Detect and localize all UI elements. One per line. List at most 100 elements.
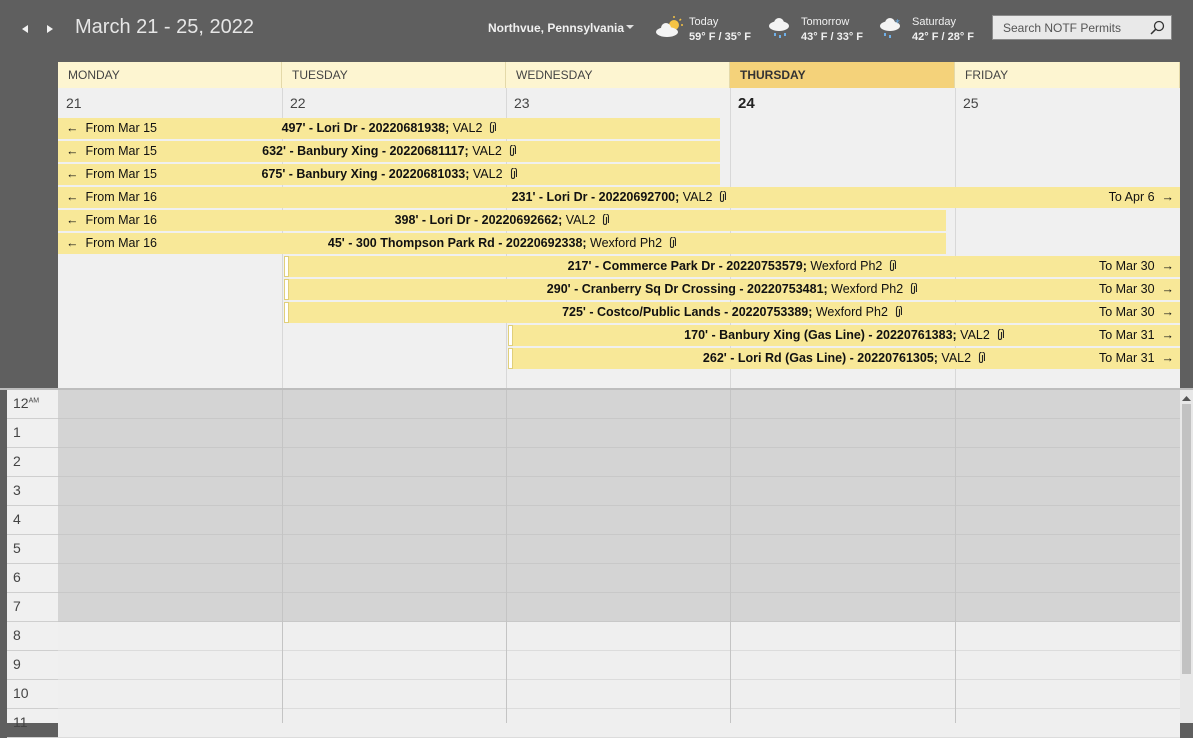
hour-slot[interactable] [58,506,1180,535]
event-to-text: To Mar 30 [1098,259,1155,273]
location-selector[interactable]: Northvue, Pennsylvania [488,21,624,35]
event-title-bold: 290' - Cranberry Sq Dr Crossing - 202207… [546,282,828,296]
event-end-label: To Apr 6 → [1108,190,1174,204]
hour-slot[interactable] [58,419,1180,448]
event-title: 632' - Banbury Xing - 20220681117; VAL2 [58,144,720,158]
event-permit-45[interactable]: ← From Mar 16 45' - 300 Thompson Park Rd… [58,233,946,254]
hour-slot[interactable] [58,709,1180,738]
chevron-down-icon[interactable] [626,25,634,31]
attachment-icon [720,191,727,202]
hour-slot[interactable] [58,390,1180,419]
event-end-label: To Mar 31 → [1098,351,1174,365]
time-grid [58,390,1180,738]
search-input[interactable] [993,16,1153,39]
hour-slot[interactable] [58,593,1180,622]
event-title: 497' - Lori Dr - 20220681938; VAL2 [58,121,720,135]
hour-label: 10 [7,680,58,709]
hour-label: 1 [7,419,58,448]
snow-cloud-icon: * [880,18,900,38]
event-permit-290[interactable]: 290' - Cranberry Sq Dr Crossing - 202207… [284,279,1180,300]
attachment-icon [979,352,986,363]
hour-slot[interactable] [58,564,1180,593]
hour-slot[interactable] [58,535,1180,564]
event-title: 725' - Costco/Public Lands - 20220753389… [284,305,1180,319]
weather-today[interactable]: Today 59° F / 35° F [655,14,755,48]
event-end-label: To Mar 31 → [1098,328,1174,342]
weather-tomorrow[interactable]: Tomorrow 43° F / 33° F [767,14,867,48]
event-title: 675' - Banbury Xing - 20220681033; VAL2 [58,167,720,181]
attachment-icon [890,260,897,271]
attachment-icon [997,329,1004,340]
search-icon[interactable] [1149,20,1165,36]
weather-label: Today [689,16,719,28]
event-title-bold: 632' - Banbury Xing - 20220681117; [262,144,469,158]
attachment-icon [895,306,902,317]
event-permit-497[interactable]: ← From Mar 15 497' - Lori Dr - 202206819… [58,118,720,139]
event-permit-632[interactable]: ← From Mar 15 632' - Banbury Xing - 2022… [58,141,720,162]
day-header-thursday[interactable]: THURSDAY [730,62,955,88]
event-title: 290' - Cranberry Sq Dr Crossing - 202207… [284,282,1180,296]
weather-saturday[interactable]: * Saturday 42° F / 28° F [878,14,978,48]
event-title: 170' - Banbury Xing (Gas Line) - 2022076… [508,328,1180,342]
column-divider [730,390,731,723]
event-title: 231' - Lori Dr - 20220692700; VAL2 [58,190,1180,204]
chevron-right-icon [47,25,53,33]
hour-slot[interactable] [58,651,1180,680]
partly-sunny-icon [656,16,683,37]
chevron-left-icon [22,25,28,33]
hour-label: 8 [7,622,58,651]
day-header-monday[interactable]: MONDAY [58,62,282,88]
event-title-bold: 45' - 300 Thompson Park Rd - 20220692338… [327,236,587,250]
weather-label: Saturday [912,16,957,28]
event-permit-231[interactable]: ← From Mar 16 231' - Lori Dr - 202206927… [58,187,1180,208]
hour-slot[interactable] [58,680,1180,709]
search-box[interactable] [992,15,1172,40]
attachment-icon [510,168,517,179]
column-divider [955,390,956,723]
previous-week-button[interactable] [18,20,34,38]
event-category: VAL2 [449,121,483,135]
day-number-today[interactable]: 24 [730,88,755,118]
event-permit-217[interactable]: 217' - Commerce Park Dr - 20220753579; W… [284,256,1180,277]
event-permit-725[interactable]: 725' - Costco/Public Lands - 20220753389… [284,302,1180,323]
hour-slot[interactable] [58,477,1180,506]
event-category: VAL2 [469,167,503,181]
hour-slot[interactable] [58,622,1180,651]
event-to-text: To Apr 6 [1108,190,1155,204]
event-category: VAL2 [468,144,502,158]
day-number[interactable]: 21 [58,88,82,118]
attachment-icon [509,145,516,156]
next-week-button[interactable] [42,20,58,38]
day-number[interactable]: 22 [282,88,306,118]
vertical-scrollbar[interactable] [1180,390,1193,723]
day-number[interactable]: 25 [955,88,979,118]
hour-label: 6 [7,564,58,593]
time-ruler: 12AM 1 2 3 4 5 6 7 8 9 10 11 [7,390,58,738]
event-category: Wexford Ph2 [827,282,904,296]
event-title-bold: 725' - Costco/Public Lands - 20220753389… [562,305,813,319]
weather-temp: 43° F / 33° F [801,31,863,43]
hour-label: 5 [7,535,58,564]
event-category: VAL2 [562,213,596,227]
event-permit-398[interactable]: ← From Mar 16 398' - Lori Dr - 202206926… [58,210,946,231]
scrollbar-thumb[interactable] [1182,404,1191,674]
event-to-text: To Mar 31 [1098,328,1155,342]
event-permit-675[interactable]: ← From Mar 15 675' - Banbury Xing - 2022… [58,164,720,185]
event-title: 217' - Commerce Park Dr - 20220753579; W… [284,259,1180,273]
day-header-friday[interactable]: FRIDAY [955,62,1180,88]
scroll-up-icon[interactable] [1180,392,1193,404]
attachment-icon [490,122,497,133]
event-category: VAL2 [937,351,972,365]
event-end-label: To Mar 30 → [1098,305,1174,319]
event-permit-170[interactable]: 170' - Banbury Xing (Gas Line) - 2022076… [508,325,1180,346]
hour-slot[interactable] [58,448,1180,477]
event-permit-262[interactable]: 262' - Lori Rd (Gas Line) - 20220761305;… [508,348,1180,369]
hour-label: 12AM [7,390,58,419]
day-header-tuesday[interactable]: TUESDAY [282,62,506,88]
calendar-toolbar: March 21 - 25, 2022 Northvue, Pennsylvan… [0,0,1193,62]
am-label: AM [28,397,40,405]
weather-temp: 42° F / 28° F [912,31,974,43]
event-title: 45' - 300 Thompson Park Rd - 20220692338… [58,236,946,250]
day-header-wednesday[interactable]: WEDNESDAY [506,62,730,88]
day-number[interactable]: 23 [506,88,530,118]
